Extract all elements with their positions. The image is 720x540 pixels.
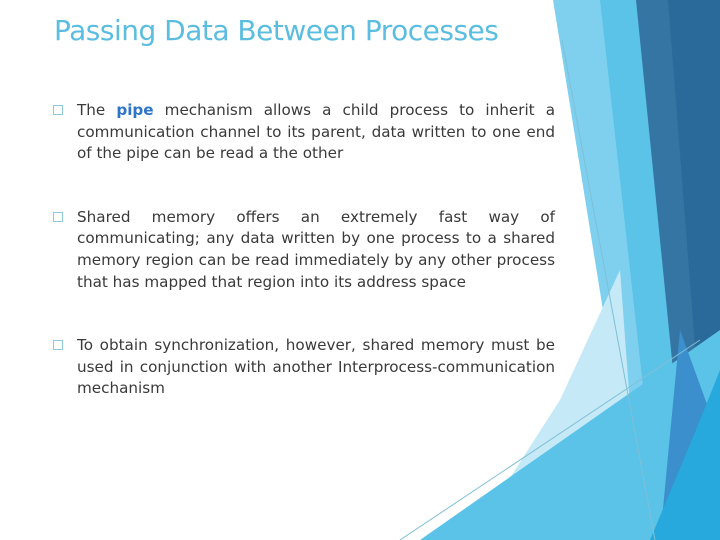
slide-title: Passing Data Between Processes <box>54 14 499 47</box>
bullet-text: To obtain synchronization, however, shar… <box>77 336 555 398</box>
hollow-square-icon <box>53 211 63 222</box>
bullet-item-pipe: The pipe mechanism allows a child proces… <box>50 100 555 165</box>
bullet-text-before: The <box>77 101 117 119</box>
bullet-item-shared-memory: Shared memory offers an extremely fast w… <box>50 207 555 293</box>
hollow-square-icon <box>53 340 63 351</box>
hollow-square-icon <box>53 105 63 115</box>
pipe-keyword: pipe <box>116 101 154 119</box>
bullet-item-synchronization: To obtain synchronization, however, shar… <box>50 335 555 400</box>
bullet-text: Shared memory offers an extremely fast w… <box>77 207 555 291</box>
bullet-list: The pipe mechanism allows a child proces… <box>50 100 555 400</box>
